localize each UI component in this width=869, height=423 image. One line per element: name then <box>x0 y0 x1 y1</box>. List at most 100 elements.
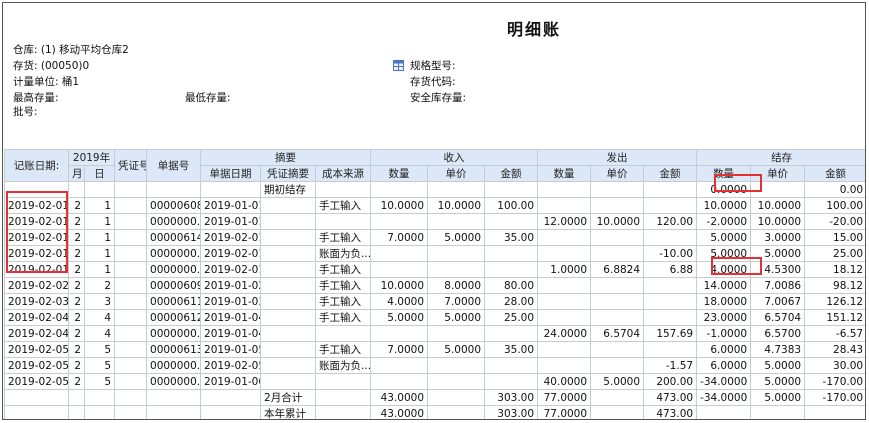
cell-day[interactable]: 1 <box>83 261 116 278</box>
cell-issue-price[interactable] <box>590 229 645 246</box>
cell-date[interactable]: 2019-02-04 <box>4 325 69 342</box>
cell-doc-no[interactable]: 0000000... <box>146 325 202 342</box>
cell-receive-qty[interactable] <box>370 325 429 342</box>
cell-issue-amount[interactable] <box>643 181 698 198</box>
cell-date[interactable]: 2019-02-05 <box>4 341 69 358</box>
cell-doc-date[interactable]: 2019-02-01 <box>200 229 262 246</box>
cell-voucher[interactable] <box>114 373 148 390</box>
cell-doc-date[interactable]: 2019-02-01 <box>200 245 262 262</box>
cell-day[interactable]: 5 <box>83 373 116 390</box>
cell-balance-amount[interactable]: 126.12 <box>804 293 865 310</box>
cell-issue-amount[interactable] <box>643 341 698 358</box>
cell-date[interactable] <box>4 405 69 419</box>
cell-receive-price[interactable] <box>427 261 486 278</box>
cell-doc-date[interactable]: 2019-01-06 <box>200 373 262 390</box>
cell-issue-amount[interactable]: 473.00 <box>643 389 698 406</box>
cell-month[interactable]: 2 <box>68 197 85 214</box>
cell-month[interactable] <box>68 405 85 419</box>
cell-day[interactable]: 4 <box>83 309 116 326</box>
cell-voucher[interactable] <box>114 309 148 326</box>
cell-doc-no[interactable]: 0000000... <box>146 213 202 230</box>
cell-issue-price[interactable] <box>590 341 645 358</box>
cell-voucher-summary[interactable] <box>260 357 317 374</box>
cell-voucher-summary[interactable] <box>260 229 317 246</box>
cell-balance-price[interactable] <box>750 181 806 198</box>
cell-voucher-summary[interactable]: 期初结存 <box>260 181 317 198</box>
cell-date[interactable]: 2019-02-01 <box>4 261 69 278</box>
cell-month[interactable]: 2 <box>68 229 85 246</box>
table-row[interactable]: 2019-02-01210000000...2019-02-01账面为负...-… <box>4 245 865 262</box>
cell-month[interactable] <box>68 181 85 198</box>
col-issue[interactable]: 发出 <box>537 149 698 166</box>
cell-balance-price[interactable]: 5.0000 <box>750 389 806 406</box>
cell-doc-date[interactable]: 2019-01-01 <box>200 213 262 230</box>
cell-voucher-summary[interactable] <box>260 277 317 294</box>
cell-voucher-summary[interactable] <box>260 245 317 262</box>
cell-voucher[interactable] <box>114 389 148 406</box>
cell-balance-qty[interactable]: 0.0000 <box>696 181 752 198</box>
cell-balance-qty[interactable]: 6.0000 <box>696 357 752 374</box>
cell-issue-amount[interactable]: 200.00 <box>643 373 698 390</box>
table-row[interactable]: 2019-02-01 2 1 00000614 2019-02-01 手工输入 7.0000… <box>4 229 865 246</box>
cell-issue-amount[interactable] <box>643 293 698 310</box>
cell-balance-price[interactable]: 10.0000 <box>750 197 806 214</box>
col-month[interactable]: 月 <box>68 165 85 182</box>
cell-receive-amount[interactable]: 80.00 <box>484 277 539 294</box>
cell-cost-source[interactable] <box>315 213 372 230</box>
col-receive-price[interactable]: 单价 <box>427 165 486 182</box>
cell-balance-qty[interactable]: -2.0000 <box>696 213 752 230</box>
cell-receive-qty[interactable]: 43.0000 <box>370 389 429 406</box>
cell-voucher-summary[interactable]: 本年累计 <box>260 405 317 419</box>
table-row[interactable]: 2019-02-04 2 4 00000612 2019-01-04 手工输入 5.0000… <box>4 309 865 326</box>
cell-doc-no[interactable] <box>146 181 202 198</box>
table-icon[interactable] <box>393 60 404 71</box>
cell-voucher-summary[interactable] <box>260 373 317 390</box>
cell-doc-no[interactable]: 00000608 <box>146 197 202 214</box>
cell-voucher[interactable] <box>114 293 148 310</box>
cell-balance-qty[interactable]: -1.0000 <box>696 325 752 342</box>
col-issue-qty[interactable]: 数量 <box>537 165 592 182</box>
cell-issue-price[interactable]: 10.0000 <box>590 213 645 230</box>
cell-date[interactable]: 2019-02-03 <box>4 293 69 310</box>
table-row[interactable]: 2019-02-02 2 2 00000609 2019-01-02 手工输入 10.000… <box>4 277 865 294</box>
cell-receive-amount[interactable] <box>484 181 539 198</box>
cell-balance-amount[interactable]: 18.12 <box>804 261 865 278</box>
cell-issue-price[interactable] <box>590 405 645 419</box>
cell-balance-amount[interactable]: 98.12 <box>804 277 865 294</box>
cell-balance-price[interactable]: 5.0000 <box>750 373 806 390</box>
cell-voucher[interactable] <box>114 229 148 246</box>
col-receive[interactable]: 收入 <box>370 149 539 166</box>
cell-issue-qty[interactable] <box>537 357 592 374</box>
cell-voucher[interactable] <box>114 405 148 419</box>
cell-issue-qty[interactable] <box>537 341 592 358</box>
cell-month[interactable]: 2 <box>68 325 85 342</box>
cell-balance-price[interactable] <box>750 405 806 419</box>
cell-day[interactable]: 4 <box>83 325 116 342</box>
cell-month[interactable]: 2 <box>68 261 85 278</box>
cell-doc-date[interactable]: 2019-01-05 <box>200 341 262 358</box>
cell-issue-price[interactable] <box>590 389 645 406</box>
cell-month[interactable]: 2 <box>68 277 85 294</box>
cell-receive-qty[interactable]: 7.0000 <box>370 229 429 246</box>
cell-doc-no[interactable]: 00000612 <box>146 309 202 326</box>
cell-balance-amount[interactable]: 25.00 <box>804 245 865 262</box>
cell-balance-qty[interactable]: 5.0000 <box>696 245 752 262</box>
cell-receive-price[interactable] <box>427 389 486 406</box>
cell-receive-amount[interactable] <box>484 357 539 374</box>
cell-receive-amount[interactable]: 303.00 <box>484 389 539 406</box>
cell-balance-amount[interactable]: 0.00 <box>804 181 865 198</box>
cell-issue-amount[interactable] <box>643 309 698 326</box>
cell-doc-no[interactable] <box>146 389 202 406</box>
cell-balance-qty[interactable]: 23.0000 <box>696 309 752 326</box>
cell-date[interactable]: 2019-02-04 <box>4 309 69 326</box>
cell-date[interactable]: 2019-02-02 <box>4 277 69 294</box>
cell-receive-qty[interactable]: 7.0000 <box>370 341 429 358</box>
cell-receive-qty[interactable]: 10.0000 <box>370 197 429 214</box>
cell-voucher-summary[interactable]: 2月合计 <box>260 389 317 406</box>
table-row[interactable]: 2019-02-03 2 3 00000611 2019-01-03 手工输入 4.0000… <box>4 293 865 310</box>
cell-balance-amount[interactable]: 100.00 <box>804 197 865 214</box>
cell-balance-price[interactable]: 5.0000 <box>750 245 806 262</box>
cell-receive-price[interactable]: 10.0000 <box>427 197 486 214</box>
cell-month[interactable]: 2 <box>68 341 85 358</box>
cell-voucher[interactable] <box>114 341 148 358</box>
